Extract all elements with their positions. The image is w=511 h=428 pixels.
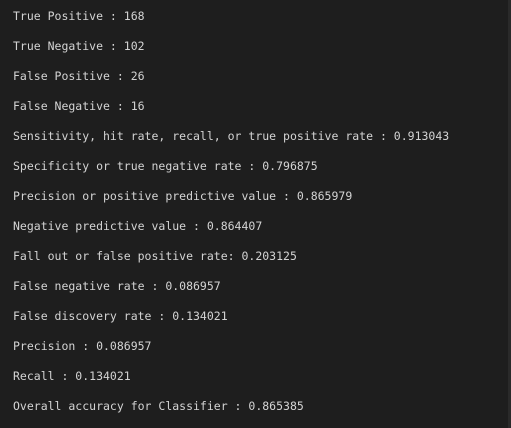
fall-out-line: Fall out or false positive rate: 0.20312… — [13, 249, 297, 263]
precision-ppv-line: Precision or positive predictive value :… — [13, 189, 353, 203]
specificity-line: Specificity or true negative rate : 0.79… — [13, 159, 318, 173]
negative-predictive-value-line: Negative predictive value : 0.864407 — [13, 219, 263, 233]
terminal-output: True Positive : 168 True Negative : 102 … — [0, 0, 508, 428]
overall-accuracy-line: Overall accuracy for Classifier : 0.8653… — [13, 399, 304, 413]
precision-line: Precision : 0.086957 — [13, 339, 152, 353]
recall-line: Recall : 0.134021 — [13, 369, 131, 383]
false-positive-line: False Positive : 26 — [13, 69, 145, 83]
false-discovery-rate-line: False discovery rate : 0.134021 — [13, 309, 228, 323]
false-negative-line: False Negative : 16 — [13, 99, 145, 113]
false-negative-rate-line: False negative rate : 0.086957 — [13, 279, 221, 293]
true-positive-line: True Positive : 168 — [13, 9, 145, 23]
sensitivity-line: Sensitivity, hit rate, recall, or true p… — [13, 129, 450, 143]
true-negative-line: True Negative : 102 — [13, 39, 145, 53]
